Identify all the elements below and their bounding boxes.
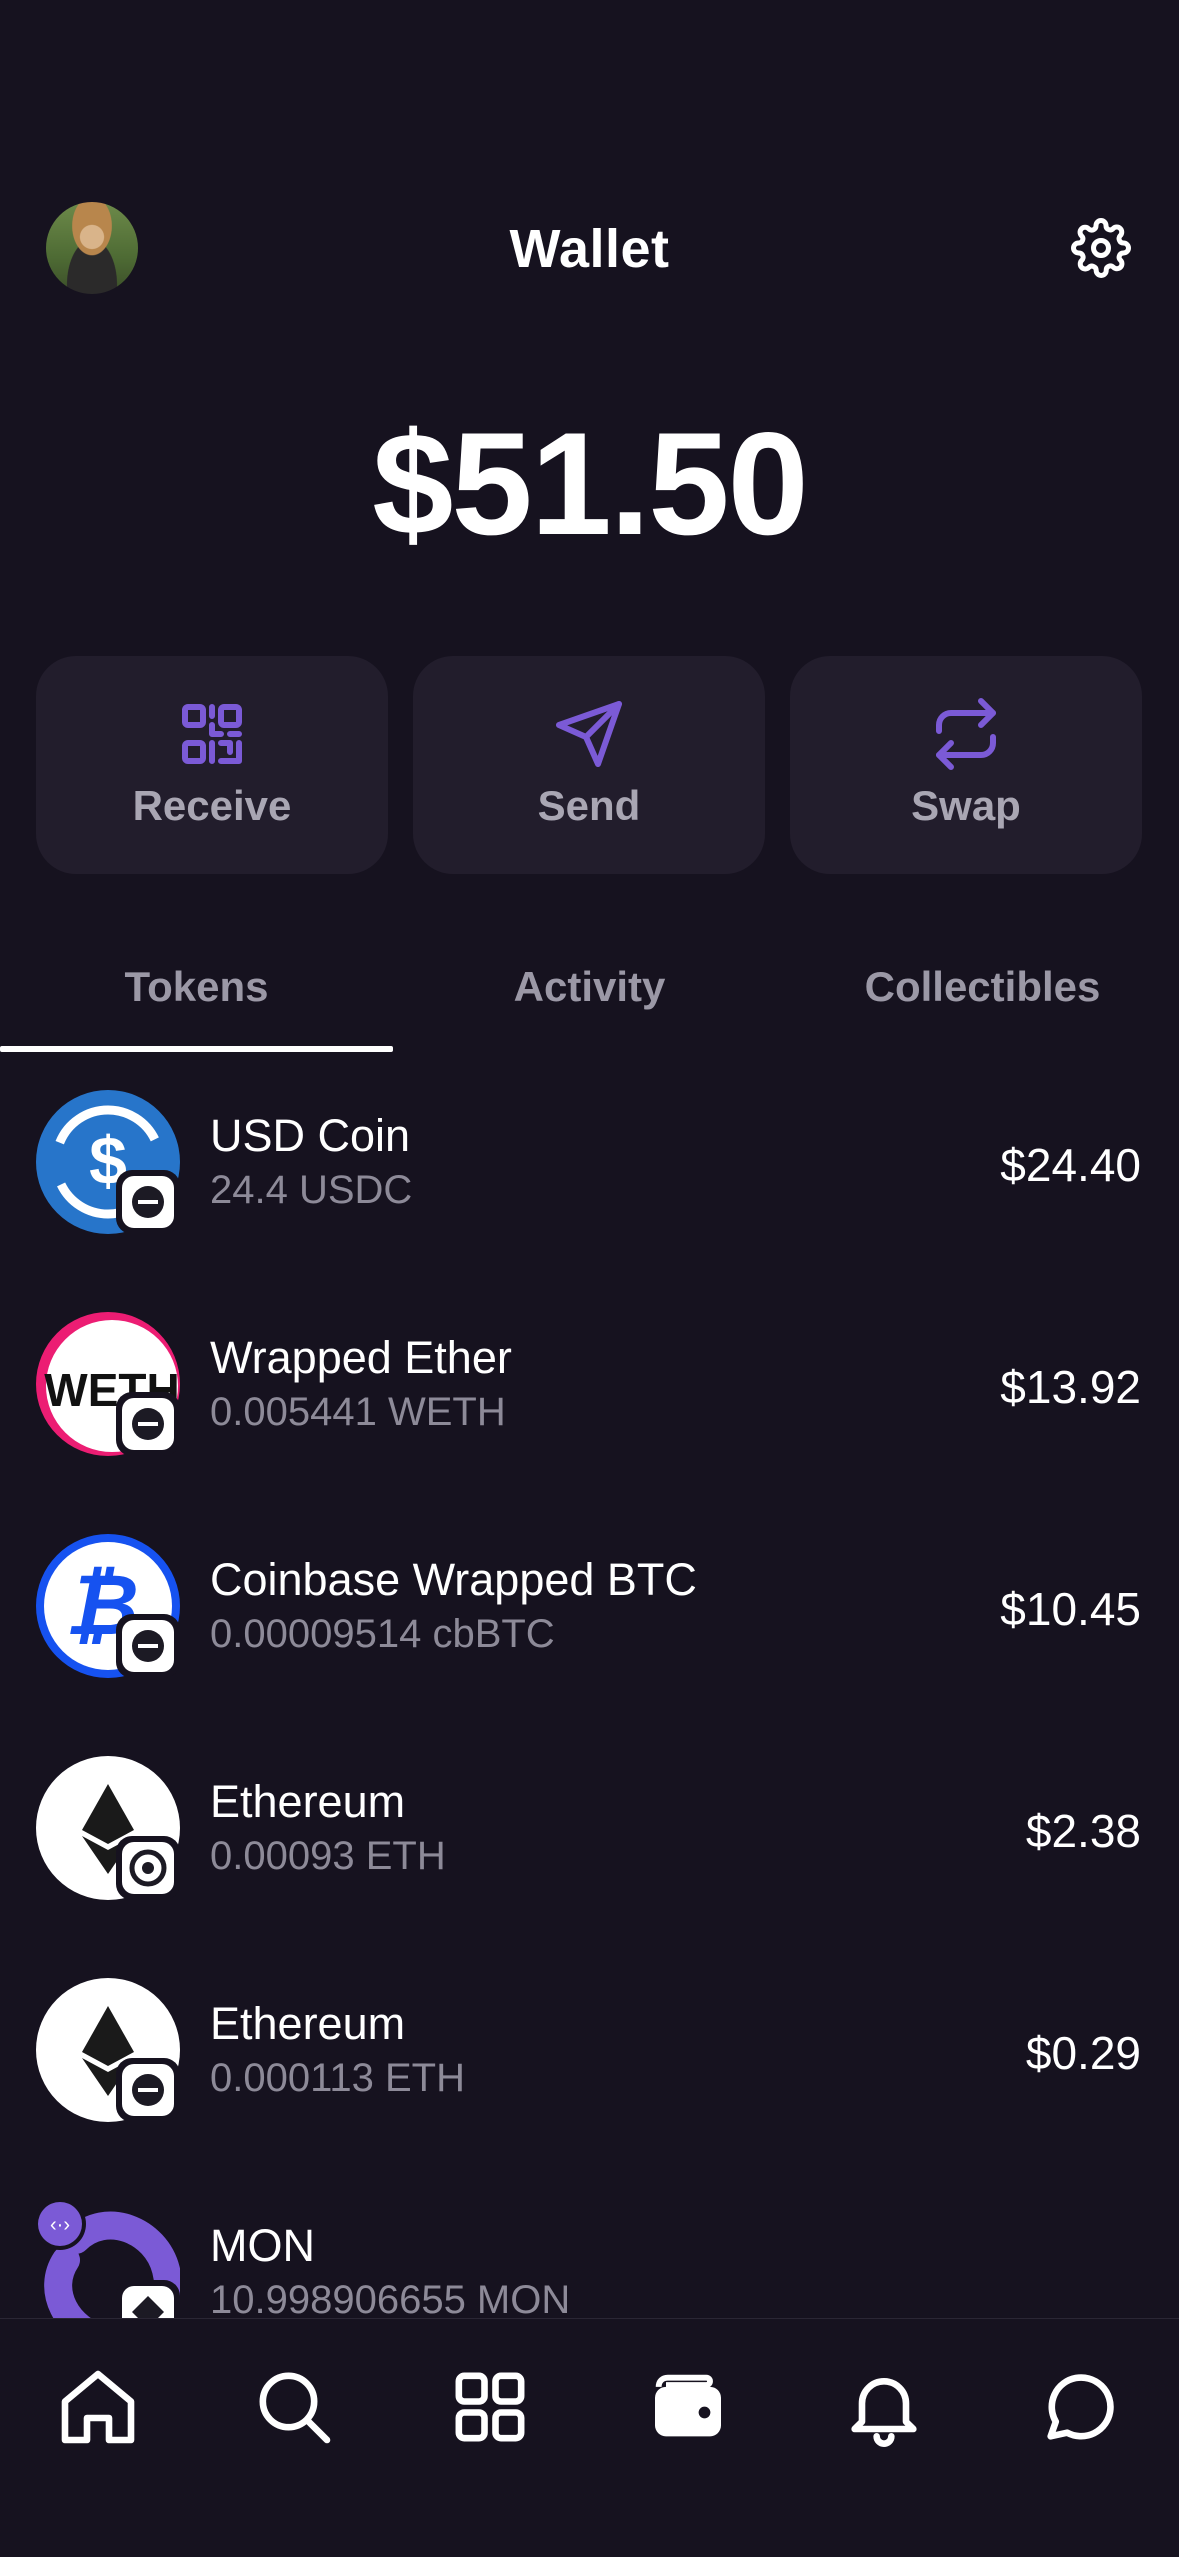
mon-icon: ‹·› — [36, 2200, 180, 2320]
token-amount: 24.4 USDC — [210, 1168, 413, 1212]
active-tab-indicator — [0, 1046, 393, 1052]
list-item[interactable]: Ethereum 0.00093 ETH $2.38 — [0, 1756, 1179, 1978]
receive-button[interactable]: Receive — [36, 656, 388, 874]
nav-wallet[interactable] — [644, 2363, 732, 2451]
apps-grid-icon — [455, 2372, 525, 2442]
qr-code-icon — [182, 704, 242, 764]
nav-notifications[interactable] — [840, 2363, 928, 2451]
list-item[interactable]: WETH Wrapped Ether 0.005441 WETH $13.92 — [0, 1312, 1179, 1534]
token-name: Wrapped Ether — [210, 1332, 512, 1383]
send-label: Send — [537, 782, 641, 829]
weth-icon: WETH — [36, 1312, 180, 1456]
total-balance: $51.50 — [372, 402, 809, 565]
token-list: $ USD Coin 24.4 USDC $24.40 WETH Wrapped… — [0, 1090, 1179, 2320]
token-value: $2.38 — [1025, 1805, 1141, 1857]
ethereum-icon — [36, 1756, 180, 1900]
bell-icon — [851, 2378, 917, 2447]
token-name: USD Coin — [210, 1110, 411, 1161]
gear-icon[interactable] — [1071, 218, 1131, 278]
token-amount: 0.00093 ETH — [210, 1834, 446, 1878]
token-name: MON — [210, 2220, 315, 2271]
cbbtc-icon: ₿ — [36, 1534, 180, 1678]
nav-chat[interactable] — [1036, 2363, 1124, 2451]
tab-bar: Tokens Activity Collectibles — [0, 950, 1179, 1056]
tab-activity[interactable]: Activity — [393, 950, 786, 1056]
token-name: Ethereum — [210, 1998, 406, 2049]
token-value: $24.40 — [1000, 1139, 1141, 1191]
search-icon — [259, 2372, 331, 2444]
token-amount: 0.00009514 cbBTC — [210, 1612, 555, 1656]
token-name: Coinbase Wrapped BTC — [210, 1554, 697, 1605]
ethereum-icon — [36, 1978, 180, 2122]
bottom-nav — [0, 2318, 1179, 2557]
send-button[interactable]: Send — [413, 656, 765, 874]
action-buttons: Receive Send Swap — [36, 656, 1143, 876]
nav-apps[interactable] — [446, 2363, 534, 2451]
list-item[interactable]: ₿ Coinbase Wrapped BTC 0.00009514 cbBTC … — [0, 1534, 1179, 1756]
token-amount: 0.005441 WETH — [210, 1390, 506, 1434]
nav-home[interactable] — [54, 2363, 142, 2451]
token-value: $13.92 — [1000, 1361, 1141, 1413]
paper-plane-icon — [556, 701, 622, 767]
token-amount: 10.998906655 MON — [210, 2278, 571, 2320]
swap-label: Swap — [911, 782, 1021, 829]
tab-collectibles[interactable]: Collectibles — [786, 950, 1179, 1056]
page-title: Wallet — [509, 219, 670, 279]
list-item[interactable]: $ USD Coin 24.4 USDC $24.40 — [0, 1090, 1179, 1312]
token-value: $10.45 — [1000, 1583, 1141, 1635]
nav-search[interactable] — [250, 2363, 338, 2451]
usdc-icon: $ — [36, 1090, 180, 1234]
chat-icon — [1047, 2374, 1114, 2440]
token-value: $0.29 — [1025, 2027, 1141, 2079]
list-item[interactable]: Ethereum 0.000113 ETH $0.29 — [0, 1978, 1179, 2200]
list-item[interactable]: ‹·› MON 10.998906655 MON — [0, 2200, 1179, 2320]
token-amount: 0.000113 ETH — [210, 2056, 465, 2100]
receive-label: Receive — [132, 782, 292, 829]
token-name: Ethereum — [210, 1776, 406, 1827]
svg-text:‹·›: ‹·› — [50, 2214, 70, 2236]
wallet-icon — [655, 2374, 721, 2437]
swap-button[interactable]: Swap — [790, 656, 1142, 874]
home-icon — [61, 2370, 135, 2444]
swap-arrows-icon — [936, 698, 996, 770]
header: Wallet — [0, 190, 1179, 310]
tab-tokens[interactable]: Tokens — [0, 950, 393, 1056]
